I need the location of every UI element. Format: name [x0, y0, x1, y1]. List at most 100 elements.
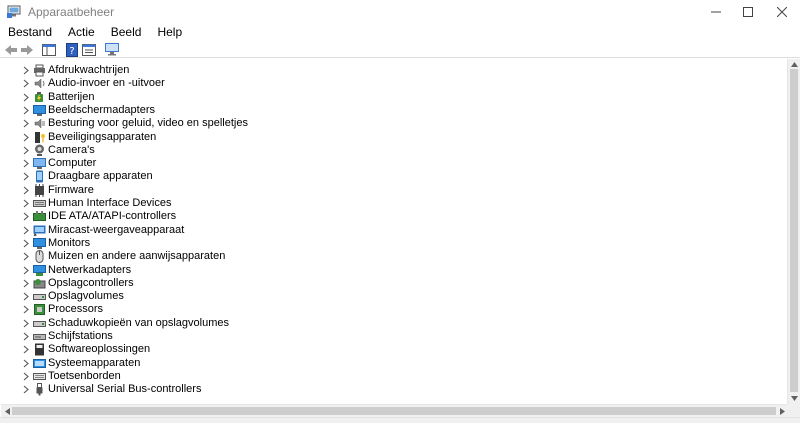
- expand-chevron-icon[interactable]: [22, 279, 30, 288]
- expand-chevron-icon[interactable]: [22, 159, 30, 168]
- expand-chevron-icon[interactable]: [22, 292, 30, 301]
- scroll-up-button[interactable]: [790, 60, 799, 68]
- tree-node[interactable]: Processors: [1, 303, 781, 316]
- minimize-button[interactable]: [700, 0, 732, 24]
- tree-node-label: Beeldschermadapters: [48, 103, 156, 116]
- tree-node-label: Systeemapparaten: [48, 356, 141, 369]
- window-title: Apparaatbeheer: [28, 5, 115, 19]
- help-icon: ?: [66, 42, 78, 57]
- menu-actie[interactable]: Actie: [68, 24, 102, 41]
- tree-node[interactable]: Besturing voor geluid, video en spelletj…: [1, 117, 781, 130]
- tree-node[interactable]: Camera's: [1, 144, 781, 157]
- tree-node-label: Audio-invoer en -uitvoer: [48, 77, 165, 90]
- miracast-icon: [33, 225, 46, 236]
- help-button[interactable]: ?: [64, 42, 80, 57]
- title-bar: Apparaatbeheer: [0, 0, 800, 24]
- tree-node-label: Besturing voor geluid, video en spelletj…: [48, 117, 248, 130]
- display-adapter-icon: [33, 104, 46, 116]
- tree-node[interactable]: Opslagvolumes: [1, 290, 781, 303]
- show-hide-console-tree-button[interactable]: [41, 42, 57, 57]
- horizontal-scrollbar[interactable]: [1, 404, 787, 417]
- tree-node[interactable]: Schijfstations: [1, 330, 781, 343]
- tree-node[interactable]: Opslagcontrollers: [1, 277, 781, 290]
- tree-node-label: Toetsenborden: [48, 369, 121, 382]
- expand-chevron-icon[interactable]: [22, 305, 30, 314]
- expand-chevron-icon[interactable]: [22, 319, 30, 328]
- tree-node[interactable]: Draagbare apparaten: [1, 170, 781, 183]
- tree-node[interactable]: Human Interface Devices: [1, 197, 781, 210]
- tree-node[interactable]: Systeemapparaten: [1, 357, 781, 370]
- tree-node[interactable]: Miracast-weergaveapparaat: [1, 224, 781, 237]
- menu-help[interactable]: Help: [157, 24, 189, 41]
- tree-node[interactable]: IDE ATA/ATAPI-controllers: [1, 210, 781, 223]
- chevron-up-icon: [791, 61, 798, 67]
- tree-node[interactable]: Beveiligingsapparaten: [1, 131, 781, 144]
- tree-node[interactable]: Firmware: [1, 183, 781, 197]
- expand-chevron-icon[interactable]: [22, 385, 30, 394]
- expand-chevron-icon[interactable]: [22, 172, 30, 181]
- expand-chevron-icon[interactable]: [22, 119, 30, 128]
- expand-chevron-icon[interactable]: [22, 226, 30, 235]
- expand-chevron-icon[interactable]: [22, 66, 30, 75]
- expand-chevron-icon[interactable]: [22, 106, 30, 115]
- tree-node[interactable]: Netwerkadapters: [1, 264, 781, 277]
- scrollbar-corner: [787, 404, 800, 417]
- tree-node-label: IDE ATA/ATAPI-controllers: [48, 210, 177, 223]
- tree-node-label: Opslagcontrollers: [48, 276, 134, 289]
- tree-node-label: Camera's: [48, 143, 95, 156]
- expand-chevron-icon[interactable]: [22, 332, 30, 341]
- drive-icon: [33, 320, 46, 327]
- expand-chevron-icon[interactable]: [22, 93, 30, 102]
- system-device-icon: [33, 358, 46, 368]
- tree-node[interactable]: Audio-invoer en -uitvoer: [1, 77, 781, 90]
- expand-chevron-icon[interactable]: [22, 186, 30, 195]
- processor-icon: [34, 304, 45, 316]
- horizontal-scroll-thumb[interactable]: [12, 407, 776, 415]
- vertical-scroll-thumb[interactable]: [790, 69, 798, 392]
- expand-chevron-icon[interactable]: [22, 212, 30, 221]
- tree-node[interactable]: Schaduwkopieën van opslagvolumes: [1, 317, 781, 330]
- scroll-down-button[interactable]: [790, 394, 799, 402]
- battery-icon: [35, 91, 43, 102]
- tree-node[interactable]: Beeldschermadapters: [1, 104, 781, 117]
- security-key-icon: [35, 131, 45, 143]
- tree-node[interactable]: Toetsenborden: [1, 370, 781, 383]
- expand-chevron-icon[interactable]: [22, 199, 30, 208]
- expand-chevron-icon[interactable]: [22, 372, 30, 381]
- keyboard-device-icon: [33, 200, 46, 207]
- disk-icon: [33, 334, 46, 340]
- forward-button[interactable]: [19, 42, 35, 57]
- expand-chevron-icon[interactable]: [22, 239, 30, 248]
- expand-chevron-icon[interactable]: [22, 146, 30, 155]
- expand-chevron-icon[interactable]: [22, 359, 30, 368]
- tree-node[interactable]: Monitors: [1, 237, 781, 250]
- expand-chevron-icon[interactable]: [22, 133, 30, 142]
- tree-node[interactable]: Afdrukwachtrijen: [1, 64, 781, 77]
- device-manager-app-icon: [7, 5, 21, 18]
- expand-chevron-icon[interactable]: [22, 79, 30, 88]
- scan-hardware-icon: [105, 43, 119, 56]
- back-button[interactable]: [3, 42, 19, 57]
- camera-icon: [35, 144, 44, 156]
- expand-chevron-icon[interactable]: [22, 266, 30, 275]
- tree-node-label: Schijfstations: [48, 330, 113, 342]
- maximize-button[interactable]: [732, 0, 764, 24]
- properties-button[interactable]: [81, 42, 97, 57]
- network-icon: [33, 264, 46, 276]
- scan-hardware-button[interactable]: [104, 42, 120, 57]
- menu-beeld[interactable]: Beeld: [111, 24, 149, 41]
- menu-bestand[interactable]: Bestand: [8, 24, 59, 41]
- storage-controller-icon: [33, 278, 46, 289]
- expand-chevron-icon[interactable]: [22, 252, 30, 261]
- close-button[interactable]: [766, 0, 798, 24]
- tree-node[interactable]: Computer: [1, 157, 781, 170]
- tree-node[interactable]: Batterijen: [1, 91, 781, 104]
- tree-node-label: Muizen en andere aanwijsapparaten: [48, 250, 226, 263]
- vertical-scrollbar[interactable]: [787, 59, 800, 404]
- scroll-left-button[interactable]: [3, 407, 11, 416]
- tree-node[interactable]: Softwareoplossingen: [1, 343, 781, 356]
- scroll-right-button[interactable]: [778, 407, 786, 416]
- tree-node[interactable]: Universal Serial Bus-controllers: [1, 383, 781, 396]
- expand-chevron-icon[interactable]: [22, 345, 30, 354]
- tree-node[interactable]: Muizen en andere aanwijsapparaten: [1, 250, 781, 264]
